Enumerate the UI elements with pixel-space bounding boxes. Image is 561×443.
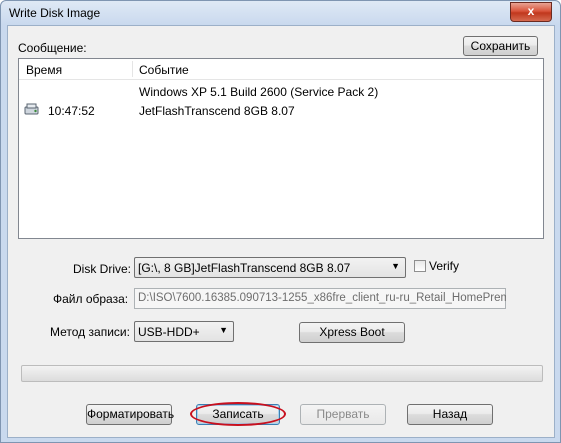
disk-drive-icon bbox=[24, 103, 39, 115]
write-method-value: USB-HDD+ bbox=[138, 325, 200, 339]
image-file-field[interactable]: D:\ISO\7600.16385.090713-1255_x86fre_cli… bbox=[134, 288, 506, 309]
save-button[interactable]: Сохранить bbox=[463, 36, 538, 56]
chevron-down-icon: ▼ bbox=[219, 325, 228, 335]
dialog-body: Сообщение: Сохранить Время Событие Windo… bbox=[7, 25, 555, 438]
image-file-label: Файл образа: bbox=[53, 292, 129, 306]
format-button[interactable]: Форматировать bbox=[86, 404, 174, 425]
write-button-highlight bbox=[190, 402, 286, 426]
progress-bar bbox=[21, 365, 543, 382]
abort-button[interactable]: Прервать bbox=[300, 404, 386, 425]
log-row[interactable]: Windows XP 5.1 Build 2600 (Service Pack … bbox=[19, 83, 543, 99]
title-bar[interactable]: Write Disk Image x bbox=[1, 1, 560, 25]
log-row[interactable]: 10:47:52 JetFlashTranscend 8GB 8.07 bbox=[19, 101, 543, 119]
column-header-time[interactable]: Время bbox=[26, 63, 62, 77]
disk-drive-select[interactable]: [G:\, 8 GB]JetFlashTranscend 8GB 8.07 ▼ bbox=[134, 257, 406, 278]
log-time: 10:47:52 bbox=[48, 104, 95, 118]
log-event: Windows XP 5.1 Build 2600 (Service Pack … bbox=[139, 85, 379, 99]
xpress-boot-button[interactable]: Xpress Boot bbox=[299, 322, 405, 343]
verify-checkbox[interactable] bbox=[414, 260, 426, 272]
write-method-select[interactable]: USB-HDD+ ▼ bbox=[134, 321, 234, 342]
close-button[interactable]: x bbox=[510, 2, 552, 22]
column-header-event[interactable]: Событие bbox=[139, 63, 189, 77]
back-button[interactable]: Назад bbox=[407, 404, 493, 425]
message-label: Сообщение: bbox=[18, 41, 87, 55]
message-log[interactable]: Время Событие Windows XP 5.1 Build 2600 … bbox=[18, 58, 544, 239]
log-event: JetFlashTranscend 8GB 8.07 bbox=[139, 104, 295, 118]
disk-drive-value: [G:\, 8 GB]JetFlashTranscend 8GB 8.07 bbox=[138, 261, 351, 275]
write-method-label: Метод записи: bbox=[50, 325, 130, 339]
disk-drive-label: Disk Drive: bbox=[73, 262, 132, 276]
write-disk-image-window: Write Disk Image x Сообщение: Сохранить … bbox=[0, 0, 561, 443]
verify-label[interactable]: Verify bbox=[429, 259, 459, 273]
chevron-down-icon: ▼ bbox=[391, 261, 400, 271]
column-separator bbox=[132, 61, 133, 77]
close-icon: x bbox=[527, 4, 535, 18]
image-file-path: D:\ISO\7600.16385.090713-1255_x86fre_cli… bbox=[138, 292, 506, 304]
window-title: Write Disk Image bbox=[9, 6, 101, 20]
log-header: Время Событие bbox=[19, 59, 543, 80]
